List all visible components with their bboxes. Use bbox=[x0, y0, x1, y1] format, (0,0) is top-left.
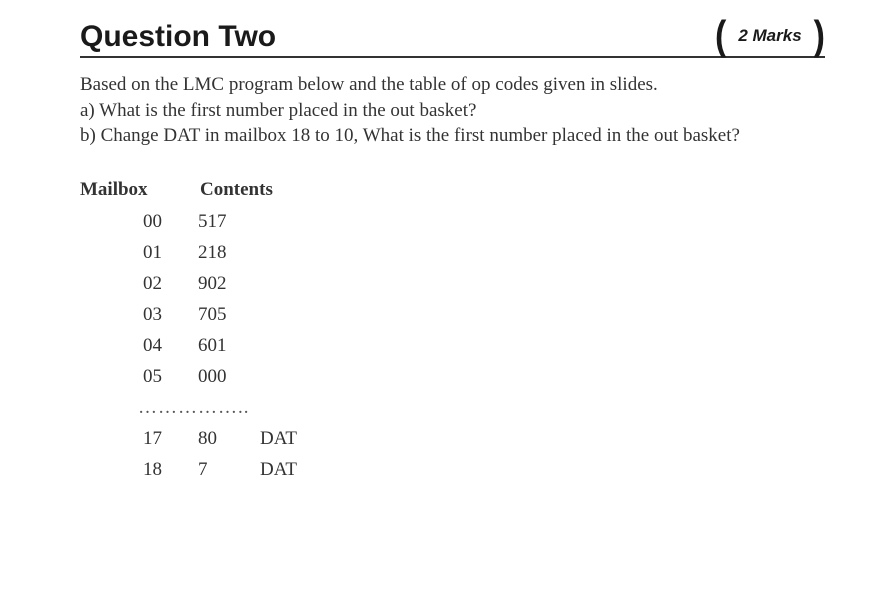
marks-text: 2 Marks bbox=[734, 26, 805, 46]
cell-mailbox: 03 bbox=[80, 304, 162, 326]
marks-box: ( 2 Marks ) bbox=[715, 23, 825, 50]
table-row: 01 218 bbox=[80, 242, 825, 264]
prompt-part-a: a) What is the first number placed in th… bbox=[80, 98, 825, 124]
cell-mailbox: 00 bbox=[80, 211, 162, 233]
cell-mailbox: 02 bbox=[80, 273, 162, 295]
cell-contents: 000 bbox=[162, 366, 242, 388]
cell-contents: 218 bbox=[162, 242, 242, 264]
table-row: 18 7 DAT bbox=[80, 459, 825, 481]
cell-mailbox: 05 bbox=[80, 366, 162, 388]
prompt-intro: Based on the LMC program below and the t… bbox=[80, 72, 825, 98]
cell-mailbox: 18 bbox=[80, 459, 162, 481]
question-header: Question Two ( 2 Marks ) bbox=[80, 20, 825, 58]
header-contents: Contents bbox=[200, 179, 320, 201]
question-title: Question Two bbox=[80, 20, 276, 54]
prompt-part-b: b) Change DAT in mailbox 18 to 10, What … bbox=[80, 123, 825, 149]
cell-contents: 80 bbox=[162, 428, 242, 450]
ellipsis-row: …………….. bbox=[80, 397, 825, 419]
bracket-right: ) bbox=[814, 20, 825, 53]
cell-mailbox: 01 bbox=[80, 242, 162, 264]
cell-contents: 705 bbox=[162, 304, 242, 326]
cell-contents: 902 bbox=[162, 273, 242, 295]
header-mailbox: Mailbox bbox=[80, 179, 200, 201]
table-row: 00 517 bbox=[80, 211, 825, 233]
bracket-left: ( bbox=[715, 20, 726, 53]
cell-dat: DAT bbox=[242, 428, 322, 450]
table-row: 04 601 bbox=[80, 335, 825, 357]
cell-mailbox: 04 bbox=[80, 335, 162, 357]
cell-mailbox: 17 bbox=[80, 428, 162, 450]
table-row: 03 705 bbox=[80, 304, 825, 326]
lmc-table: Mailbox Contents 00 517 01 218 02 902 03… bbox=[80, 179, 825, 481]
cell-contents: 601 bbox=[162, 335, 242, 357]
table-row: 02 902 bbox=[80, 273, 825, 295]
table-header-row: Mailbox Contents bbox=[80, 179, 825, 201]
cell-dat: DAT bbox=[242, 459, 322, 481]
table-row: 05 000 bbox=[80, 366, 825, 388]
question-prompt: Based on the LMC program below and the t… bbox=[80, 72, 825, 149]
table-row: 17 80 DAT bbox=[80, 428, 825, 450]
cell-contents: 517 bbox=[162, 211, 242, 233]
cell-contents: 7 bbox=[162, 459, 242, 481]
